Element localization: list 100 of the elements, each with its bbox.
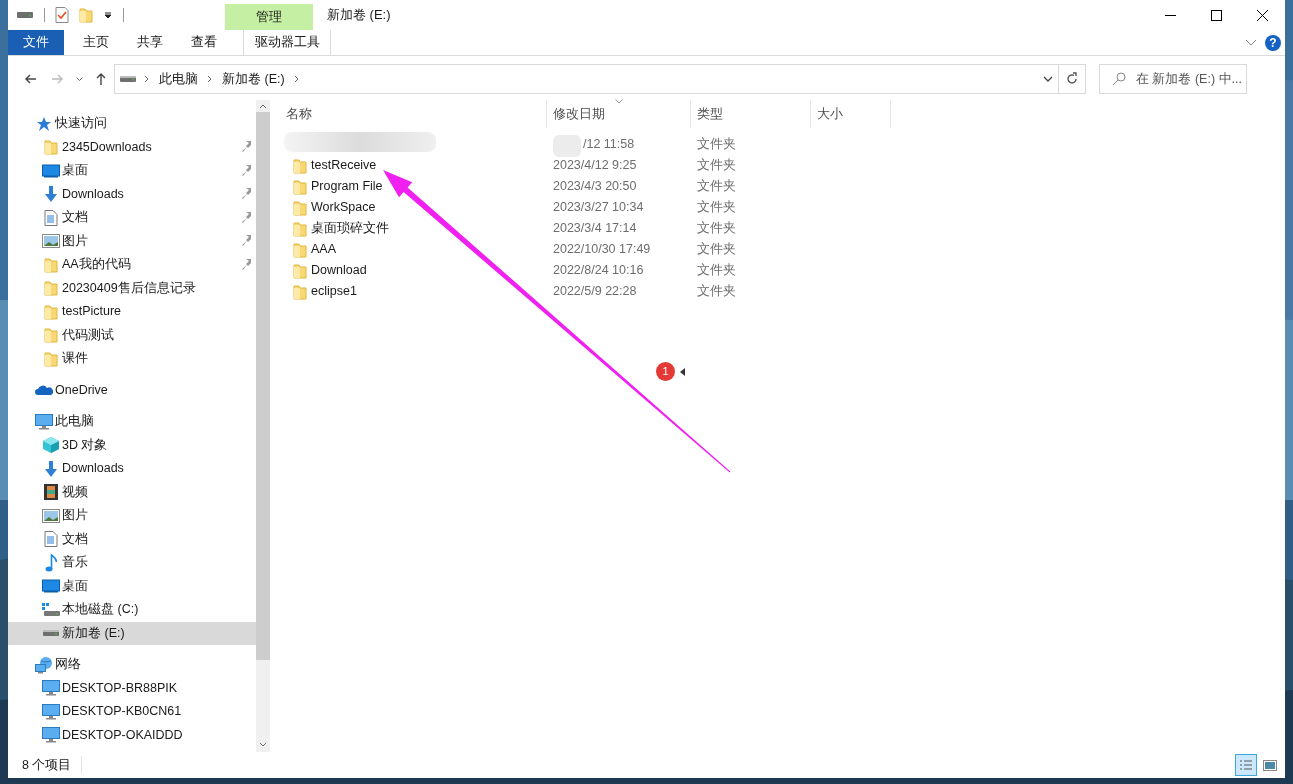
folder-icon bbox=[293, 178, 307, 195]
file-name[interactable]: AAA bbox=[311, 240, 336, 259]
pin-icon bbox=[242, 258, 252, 271]
music-note-icon bbox=[44, 553, 57, 572]
computer-icon bbox=[41, 680, 60, 697]
folder-icon bbox=[43, 280, 58, 297]
document-icon bbox=[43, 209, 58, 226]
image-icon bbox=[41, 234, 60, 249]
sidebar-item[interactable]: Downloads bbox=[8, 182, 256, 206]
column-header[interactable]: 类型 bbox=[691, 100, 811, 128]
refresh-icon bbox=[1065, 72, 1079, 86]
sidebar-item[interactable]: 桌面 bbox=[8, 574, 256, 598]
file-name[interactable]: testReceive bbox=[311, 156, 377, 175]
sidebar-item[interactable]: DESKTOP-OKAIDDD bbox=[8, 723, 256, 747]
column-header[interactable]: 名称 bbox=[280, 100, 547, 128]
sidebar-item[interactable]: 新加卷 (E:) bbox=[8, 621, 256, 645]
sidebar-item[interactable]: DESKTOP-BR88PIK bbox=[8, 676, 256, 700]
search-icon bbox=[1112, 72, 1126, 86]
sidebar-item[interactable]: 图片 bbox=[8, 504, 256, 528]
file-name[interactable]: Download bbox=[311, 261, 367, 280]
file-name[interactable]: Program File bbox=[311, 177, 383, 196]
breadcrumb[interactable]: 此电脑 bbox=[157, 69, 200, 89]
sidebar-item[interactable]: 文档 bbox=[8, 206, 256, 230]
chevron-down-icon bbox=[1042, 75, 1053, 83]
date-cell-text: /12 11:58 bbox=[583, 136, 636, 154]
scrollbar[interactable] bbox=[256, 100, 270, 752]
help-button[interactable]: ? bbox=[1265, 34, 1281, 51]
sidebar-item[interactable]: 快速访问 bbox=[8, 112, 256, 136]
folder-icon bbox=[43, 327, 58, 344]
monitor-icon bbox=[41, 163, 60, 178]
monitor-icon bbox=[41, 579, 60, 594]
ribbon-tab[interactable]: 共享 bbox=[123, 30, 177, 55]
sidebar-item[interactable]: AA我的代码 bbox=[8, 253, 256, 277]
date-cell-text: 2022/10/30 17:49 bbox=[552, 241, 652, 259]
sidebar-item[interactable]: 文档 bbox=[8, 527, 256, 551]
download-arrow-icon bbox=[42, 186, 59, 203]
type-cell-text: 文件夹 bbox=[696, 178, 736, 196]
folder-icon bbox=[293, 283, 307, 300]
file-name[interactable]: WorkSpace bbox=[311, 198, 376, 217]
download-arrow-icon bbox=[42, 460, 59, 477]
document-icon bbox=[43, 531, 58, 548]
computer-icon bbox=[41, 703, 60, 720]
folder-icon bbox=[293, 241, 307, 258]
chevron-right-icon bbox=[292, 74, 301, 84]
image-icon bbox=[41, 508, 60, 523]
sidebar-item[interactable]: 3D 对象 bbox=[8, 433, 256, 457]
breadcrumb[interactable]: 新加卷 (E:) bbox=[220, 69, 287, 89]
folder-icon bbox=[43, 139, 58, 156]
computer-icon bbox=[34, 413, 53, 430]
sidebar-item[interactable]: testPicture bbox=[8, 300, 256, 324]
sidebar-item[interactable]: 代码测试 bbox=[8, 323, 256, 347]
address-bar[interactable]: 此电脑 新加卷 (E:) bbox=[114, 64, 1086, 94]
sidebar-item[interactable]: 图片 bbox=[8, 229, 256, 253]
sidebar-item[interactable]: Downloads bbox=[8, 457, 256, 481]
sidebar-item[interactable]: 网络 bbox=[8, 653, 256, 677]
date-cell-text: 2023/3/27 10:34 bbox=[552, 199, 645, 217]
close-icon bbox=[1256, 9, 1268, 21]
system-drive-icon bbox=[41, 602, 60, 617]
folder-icon bbox=[43, 256, 58, 273]
cube-icon bbox=[42, 437, 59, 454]
chevron-right-icon bbox=[206, 74, 214, 84]
ribbon-tab[interactable]: 主页 bbox=[69, 30, 123, 55]
star-icon bbox=[35, 115, 52, 132]
drive-icon bbox=[16, 11, 34, 19]
folder-icon bbox=[43, 350, 58, 367]
folder-icon bbox=[293, 157, 307, 174]
file-name[interactable]: eclipse1 bbox=[311, 282, 357, 301]
sidebar-item[interactable]: 20230409售后信息记录 bbox=[8, 276, 256, 300]
ribbon-tab[interactable]: 驱动器工具 bbox=[243, 30, 331, 55]
type-cell-text: 文件夹 bbox=[696, 157, 736, 175]
sidebar-item[interactable]: 音乐 bbox=[8, 551, 256, 575]
ribbon-tab[interactable]: 文件 bbox=[8, 30, 64, 55]
maximize-icon bbox=[1210, 9, 1222, 21]
folder-icon bbox=[293, 262, 307, 279]
sidebar-item[interactable]: 桌面 bbox=[8, 159, 256, 183]
file-name[interactable]: 桌面琐碎文件 bbox=[311, 219, 389, 238]
computer-icon bbox=[41, 727, 60, 744]
column-header[interactable]: 大小 bbox=[811, 100, 891, 128]
film-icon bbox=[43, 484, 58, 501]
details-view-button[interactable] bbox=[1235, 754, 1257, 776]
column-header[interactable]: 修改日期 bbox=[547, 100, 691, 128]
sidebar-item[interactable]: 本地磁盘 (C:) bbox=[8, 598, 256, 622]
ribbon-tab[interactable]: 查看 bbox=[177, 30, 231, 55]
drive-icon bbox=[119, 75, 137, 83]
folder-icon bbox=[79, 7, 93, 23]
sidebar-item[interactable]: 课件 bbox=[8, 347, 256, 371]
date-cell-text: 2022/8/24 10:16 bbox=[552, 262, 645, 280]
sidebar-item[interactable]: OneDrive bbox=[8, 378, 256, 402]
triangle-left-icon bbox=[680, 368, 686, 376]
type-cell-text: 文件夹 bbox=[696, 199, 736, 217]
sidebar-item[interactable]: DESKTOP-KB0CN61 bbox=[8, 700, 256, 724]
sidebar-item[interactable]: 此电脑 bbox=[8, 410, 256, 434]
chevron-right-icon bbox=[143, 74, 151, 84]
date-cell-text: 2023/4/12 9:25 bbox=[552, 157, 638, 175]
folder-icon bbox=[43, 303, 58, 320]
pin-icon bbox=[242, 211, 252, 224]
search-field[interactable]: 在 新加卷 (E:) 中... bbox=[1099, 64, 1247, 94]
sidebar-item[interactable]: 2345Downloads bbox=[8, 135, 256, 159]
sidebar-item[interactable]: 视频 bbox=[8, 480, 256, 504]
drive-icon bbox=[41, 629, 60, 638]
